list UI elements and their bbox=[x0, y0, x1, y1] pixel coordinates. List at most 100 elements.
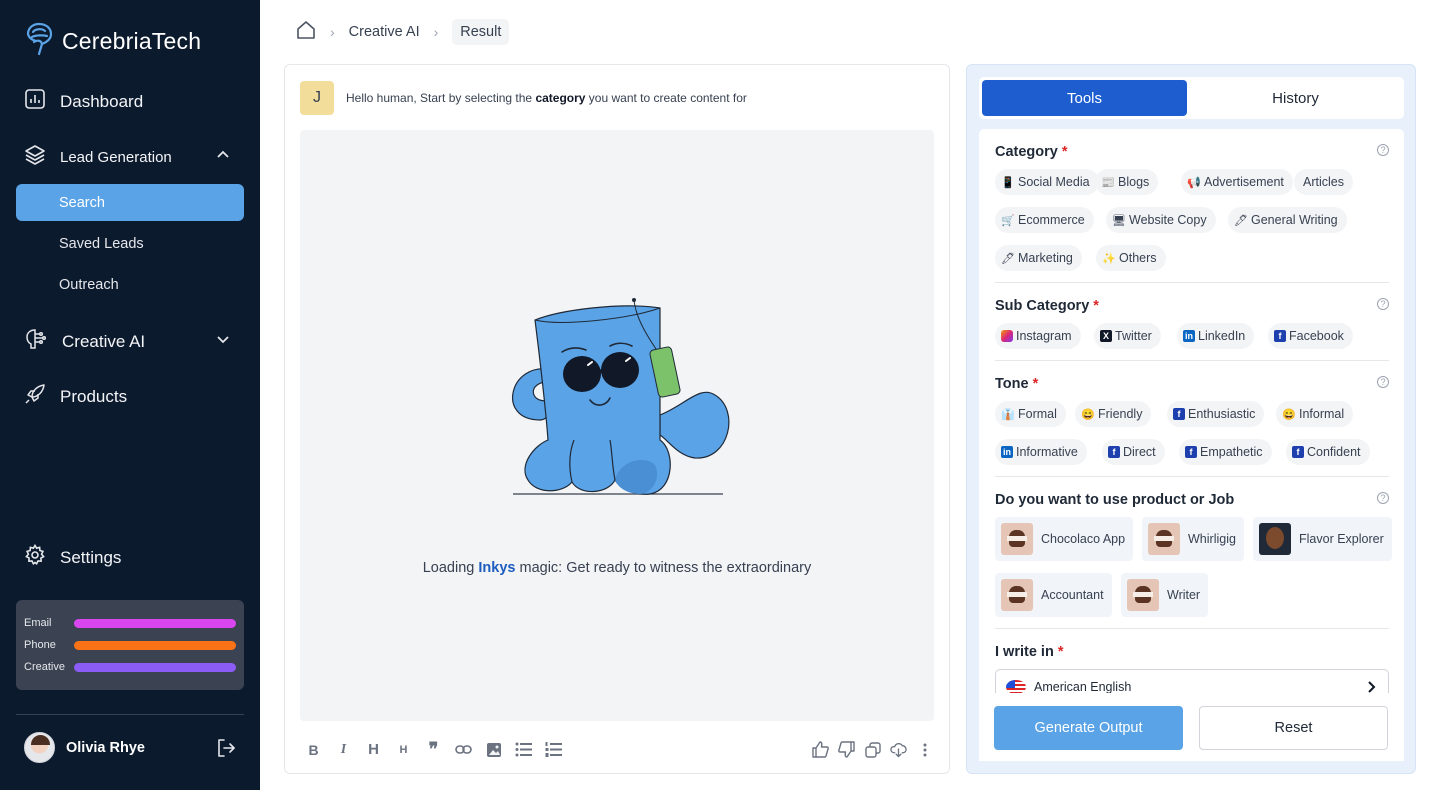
product-item-accountant[interactable]: Accountant bbox=[995, 573, 1112, 617]
thumbs-up-icon[interactable] bbox=[812, 741, 829, 758]
logout-icon[interactable] bbox=[216, 738, 236, 763]
italic-icon[interactable]: I bbox=[335, 741, 352, 758]
usage-row-phone: Phone bbox=[24, 634, 236, 656]
help-icon[interactable]: ? bbox=[1377, 376, 1389, 388]
mobile-phone-icon: 📱 bbox=[1001, 176, 1015, 189]
copy-icon[interactable] bbox=[864, 741, 881, 758]
user-profile[interactable]: Olivia Rhye bbox=[24, 732, 145, 763]
cloud-download-icon[interactable] bbox=[890, 741, 907, 758]
sub-category-chip-facebook[interactable]: f Facebook bbox=[1268, 323, 1353, 349]
sidebar-item-lead-generation[interactable]: Lead Generation bbox=[24, 144, 236, 171]
tone-chip-informative[interactable]: in Informative bbox=[995, 439, 1087, 465]
tone-chip-empathetic[interactable]: f Empathetic bbox=[1179, 439, 1272, 465]
chevron-right-icon: › bbox=[330, 24, 335, 40]
section-divider bbox=[995, 628, 1389, 629]
linkedin-icon: in bbox=[1183, 330, 1195, 342]
sidebar-item-label: Settings bbox=[60, 547, 122, 567]
sidebar-item-creative-ai[interactable]: Creative AI bbox=[24, 327, 236, 356]
breadcrumb-item-creative-ai[interactable]: Creative AI bbox=[349, 24, 420, 40]
usage-row-creative: Creative bbox=[24, 656, 236, 678]
category-chip-blogs[interactable]: 📰 Blogs bbox=[1095, 169, 1159, 195]
usage-bar bbox=[74, 640, 236, 650]
breadcrumb-item-result[interactable]: Result bbox=[452, 19, 510, 45]
tone-chip-enthusiastic[interactable]: f Enthusiastic bbox=[1167, 401, 1265, 427]
chip-label: Direct bbox=[1123, 445, 1156, 459]
category-chip-marketing[interactable]: 🖊 Marketing bbox=[995, 245, 1082, 271]
category-chip-articles[interactable]: Articles bbox=[1294, 169, 1353, 195]
numbered-list-icon[interactable] bbox=[545, 741, 562, 758]
quote-icon[interactable]: ❞ bbox=[425, 739, 442, 759]
language-value: American English bbox=[1034, 680, 1132, 694]
panel-tabs: Tools History bbox=[979, 77, 1404, 119]
required-marker: * bbox=[1032, 376, 1039, 392]
help-icon[interactable]: ? bbox=[1377, 492, 1389, 504]
reset-button[interactable]: Reset bbox=[1199, 706, 1388, 750]
category-chip-advertisement[interactable]: 📢 Advertisement bbox=[1181, 169, 1293, 195]
layers-icon bbox=[24, 144, 46, 171]
product-thumbnail bbox=[1001, 523, 1033, 555]
tone-chip-formal[interactable]: 👔 Formal bbox=[995, 401, 1066, 427]
sidebar-subitem-saved-leads[interactable]: Saved Leads bbox=[16, 225, 244, 262]
facebook-icon: f bbox=[1185, 446, 1197, 458]
heading-1-icon[interactable]: H bbox=[365, 741, 382, 758]
tab-tools[interactable]: Tools bbox=[982, 80, 1187, 116]
section-title: Sub Category * bbox=[995, 298, 1099, 314]
sub-category-chip-instagram[interactable]: Instagram bbox=[995, 323, 1081, 349]
sub-category-chip-twitter[interactable]: X Twitter bbox=[1094, 323, 1161, 349]
product-item-writer[interactable]: Writer bbox=[1121, 573, 1209, 617]
sidebar: CerebriaTech Dashboard Lead Generation S… bbox=[0, 0, 260, 790]
sidebar-item-settings[interactable]: Settings bbox=[24, 543, 122, 571]
heading-2-icon[interactable]: H bbox=[395, 741, 412, 758]
thumbs-down-icon[interactable] bbox=[838, 741, 855, 758]
brand[interactable]: CerebriaTech bbox=[24, 22, 201, 61]
megaphone-icon: 📢 bbox=[1187, 176, 1201, 189]
chip-label: Friendly bbox=[1098, 407, 1143, 421]
product-item-chocolaco-app[interactable]: Chocolaco App bbox=[995, 517, 1134, 561]
brand-name: CerebriaTech bbox=[62, 28, 202, 54]
tone-chip-informal[interactable]: 😄 Informal bbox=[1276, 401, 1354, 427]
product-label: Chocolaco App bbox=[1041, 532, 1126, 546]
product-item-flavor-explorer[interactable]: Flavor Explorer bbox=[1253, 517, 1392, 561]
link-icon[interactable] bbox=[455, 741, 472, 758]
category-chip-social-media[interactable]: 📱 Social Media bbox=[995, 169, 1099, 195]
product-thumbnail bbox=[1259, 523, 1291, 555]
help-icon[interactable]: ? bbox=[1377, 298, 1389, 310]
chip-label: Confident bbox=[1307, 445, 1361, 459]
category-section: Category * ? bbox=[995, 143, 1389, 161]
product-item-whirligig[interactable]: Whirligig bbox=[1142, 517, 1244, 561]
generate-output-button[interactable]: Generate Output bbox=[994, 706, 1183, 750]
image-icon[interactable] bbox=[485, 741, 502, 758]
bullet-list-icon[interactable] bbox=[515, 741, 532, 758]
chip-label: Empathetic bbox=[1200, 445, 1263, 459]
assistant-message: J Hello human, Start by selecting the ca… bbox=[300, 81, 747, 115]
help-icon[interactable]: ? bbox=[1377, 144, 1389, 156]
home-icon[interactable] bbox=[296, 20, 316, 45]
sub-category-chip-linkedin[interactable]: in LinkedIn bbox=[1177, 323, 1255, 349]
message-text-part: you want to create content for bbox=[585, 91, 747, 105]
category-chip-ecommerce[interactable]: 🛒 Ecommerce bbox=[995, 207, 1094, 233]
usage-bar bbox=[74, 618, 236, 628]
category-chip-others[interactable]: ✨ Others bbox=[1096, 245, 1166, 271]
sidebar-item-products[interactable]: Products bbox=[24, 383, 127, 410]
sidebar-item-dashboard[interactable]: Dashboard bbox=[24, 88, 143, 115]
sidebar-subitem-search[interactable]: Search bbox=[16, 184, 244, 221]
more-vertical-icon[interactable] bbox=[916, 741, 933, 758]
bold-icon[interactable]: B bbox=[305, 741, 322, 758]
sidebar-item-label: Products bbox=[60, 386, 128, 406]
smiley-icon: 😄 bbox=[1081, 408, 1095, 421]
tone-chip-direct[interactable]: f Direct bbox=[1102, 439, 1165, 465]
chip-label: LinkedIn bbox=[1198, 329, 1246, 343]
tone-chip-confident[interactable]: f Confident bbox=[1286, 439, 1370, 465]
category-chip-website-copy[interactable]: 🖥 Website Copy bbox=[1106, 207, 1216, 233]
tools-panel: Tools History Category * ? 📱 Social Media… bbox=[966, 64, 1416, 774]
sidebar-item-label: Lead Generation bbox=[60, 149, 172, 166]
chip-label: Enthusiastic bbox=[1188, 407, 1256, 421]
category-chip-general-writing[interactable]: 🖊 General Writing bbox=[1228, 207, 1347, 233]
sub-category-section: Sub Category * ? bbox=[995, 297, 1389, 315]
tab-history[interactable]: History bbox=[1193, 80, 1398, 116]
chip-label: Advertisement bbox=[1204, 175, 1284, 189]
sidebar-subitem-outreach[interactable]: Outreach bbox=[16, 266, 244, 303]
chip-label: Articles bbox=[1303, 175, 1344, 189]
chat-panel: J Hello human, Start by selecting the ca… bbox=[284, 64, 950, 774]
tone-chip-friendly[interactable]: 😄 Friendly bbox=[1075, 401, 1152, 427]
